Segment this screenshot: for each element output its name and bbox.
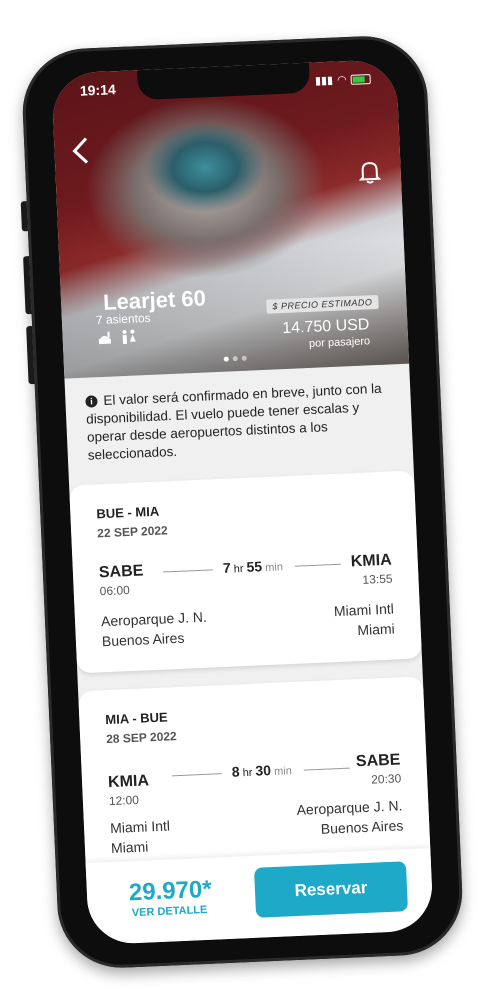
- carousel-dot[interactable]: [223, 356, 229, 362]
- origin-city: Buenos Aires: [101, 629, 185, 650]
- battery-icon: [350, 73, 371, 85]
- price-per-passenger: 14.750 USD: [281, 316, 370, 338]
- booking-bar: 29.970* VER DETALLE Reservar: [85, 848, 434, 946]
- seat-count: 7 asientos: [95, 310, 151, 328]
- destination-airport: Miami Intl Miami: [334, 599, 396, 642]
- lavatory-icon: [122, 329, 136, 345]
- app-screen: 19:14 ▮▮▮ ◠ Learjet 60 7 asientos $ PREC…: [51, 58, 434, 946]
- origin-code: SABE: [98, 562, 144, 582]
- flight-route: MIA - BUE: [105, 709, 168, 728]
- route-line: [171, 773, 222, 777]
- volume-up-button: [23, 256, 32, 315]
- origin-code: KMIA: [107, 772, 150, 792]
- chevron-left-icon: [72, 137, 89, 164]
- origin-city: Miami: [110, 838, 149, 857]
- destination-airport: Aeroparque J. N. Buenos Aires: [296, 795, 403, 840]
- catering-icon: [98, 331, 111, 345]
- notifications-button[interactable]: [358, 160, 382, 185]
- flight-route: BUE - MIA: [96, 503, 160, 522]
- origin-airport: Aeroparque J. N. Buenos Aires: [101, 607, 208, 652]
- departure-time: 06:00: [99, 583, 131, 599]
- carousel-dot[interactable]: [241, 355, 247, 361]
- origin-airport: Miami Intl Miami: [110, 815, 172, 858]
- view-detail-link[interactable]: VER DETALLE: [132, 904, 208, 919]
- info-notice: i El valor será confirmado en breve, junt…: [85, 380, 388, 465]
- flight-duration: 8 hr 30 min: [231, 762, 293, 780]
- route-line: [303, 767, 350, 771]
- amenities: [96, 328, 137, 346]
- reserve-button[interactable]: Reservar: [253, 861, 409, 918]
- total-price: 29.970*: [128, 875, 213, 907]
- volume-down-button: [26, 326, 35, 385]
- destination-code: SABE: [355, 751, 401, 771]
- flight-date: 22 SEP 2022: [96, 523, 168, 541]
- photo-carousel-indicator[interactable]: [223, 355, 247, 362]
- mute-switch: [20, 201, 28, 232]
- back-button[interactable]: [72, 136, 89, 171]
- arrival-time: 20:30: [370, 771, 402, 787]
- status-time: 19:14: [79, 81, 117, 99]
- signal-icon: ▮▮▮: [314, 74, 334, 88]
- status-icons: ▮▮▮ ◠: [315, 72, 371, 87]
- destination-airport-name: Miami Intl: [333, 600, 395, 620]
- arrival-time: 13:55: [362, 571, 393, 587]
- flight-card-outbound[interactable]: BUE - MIA 22 SEP 2022 SABE 06:00 7 hr 55…: [69, 470, 422, 674]
- departure-time: 12:00: [108, 792, 140, 809]
- carousel-dot[interactable]: [232, 356, 238, 362]
- flight-date: 28 SEP 2022: [105, 729, 177, 747]
- flight-duration: 7 hr 55 min: [222, 558, 284, 576]
- bell-icon: [358, 162, 382, 184]
- destination-city: Miami: [357, 620, 396, 639]
- info-text: El valor será confirmado en breve, junto…: [85, 380, 382, 463]
- phone-frame: 19:14 ▮▮▮ ◠ Learjet 60 7 asientos $ PREC…: [20, 33, 465, 971]
- destination-code: KMIA: [350, 551, 393, 571]
- route-line: [294, 563, 341, 567]
- wifi-icon: ◠: [336, 74, 347, 87]
- route-line: [162, 569, 213, 573]
- origin-airport-name: Miami Intl: [109, 817, 171, 837]
- info-icon: i: [85, 395, 98, 408]
